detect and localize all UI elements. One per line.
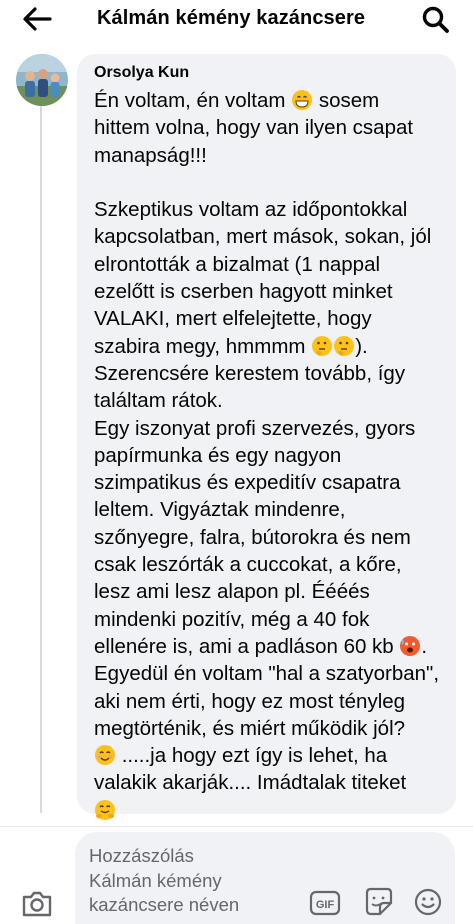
emoji-button[interactable] <box>413 887 443 917</box>
smile-icon <box>414 888 442 916</box>
thinking-face-icon <box>333 335 355 357</box>
camera-button[interactable] <box>20 886 54 920</box>
comment-line: leltem. Vigyáztak mindenre, <box>94 498 346 522</box>
comment-bubble: Orsolya Kun Én voltam, én voltam sosem h… <box>77 54 456 820</box>
sticker-icon <box>365 887 393 916</box>
comment-line: ezelőtt is cserben hagyott minket <box>94 280 393 304</box>
comment-line: Egy iszonyat profi szervezés, gyors <box>94 416 416 440</box>
hugging-face-icon <box>94 799 116 821</box>
thread-line <box>40 106 42 813</box>
comment-input[interactable]: Hozzászólás Kálmán kémény kazáncsere név… <box>75 832 455 924</box>
comment-line: manapság!!! <box>94 143 207 167</box>
comment-line <box>94 169 454 196</box>
hot-face-icon <box>399 635 421 657</box>
avatar[interactable] <box>16 54 68 106</box>
comment-line: csak leszórták a cuccokat, a kőre, <box>94 553 402 577</box>
search-button[interactable] <box>420 4 452 36</box>
comment-line: találtam rátok. <box>94 389 223 413</box>
gif-button[interactable]: GIF <box>309 887 341 919</box>
search-icon <box>422 6 449 33</box>
divider <box>0 826 473 827</box>
page-title: Kálmán kémény kazáncsere <box>97 7 366 29</box>
comment-line: valakik akarják.... Imádtalak titeket <box>94 771 407 795</box>
back-button[interactable] <box>20 4 54 34</box>
comment-line: szőnyegre, falra, bútorokra és nem <box>94 525 411 549</box>
comment-line: aki nem érti, hogy ez most tényleg <box>94 689 406 713</box>
gif-label: GIF <box>316 899 335 911</box>
comment-line: lesz ami lesz alapon pl. Éééés <box>94 580 370 604</box>
comment-line: mindenki pozitív, még a 40 fok <box>94 607 370 631</box>
comment-author[interactable]: Orsolya Kun <box>94 64 189 82</box>
comment-line: Szkeptikus voltam az időpontokkal <box>94 198 408 222</box>
comment-line: Szerencsére kerestem tovább, így <box>94 361 406 385</box>
sticker-button[interactable] <box>362 885 396 919</box>
grinning-face-icon <box>291 89 313 111</box>
comment-line: szabira megy, hmmmm ). <box>94 334 368 358</box>
comment-placeholder: Hozzászólás Kálmán kémény kazáncsere név… <box>89 845 240 915</box>
thinking-face-icon <box>311 335 333 357</box>
comment-line: papírmunka és egy nagyon <box>94 443 342 467</box>
comment-line: hittem volna, hogy van ilyen csapat <box>94 116 414 140</box>
comment-line: Én voltam, én voltam sosem <box>94 89 380 112</box>
arrow-left-icon <box>23 7 52 31</box>
comment-line: ellenére is, ami a padláson 60 kb . <box>94 634 428 658</box>
comment-line: VALAKI, mert elfelejtette, hogy <box>94 307 372 331</box>
comment-line: szimpatikus és expeditív csapatra <box>94 471 401 495</box>
comment-line: elrontották a bizalmat (1 nappal <box>94 252 381 276</box>
comment-line: kapcsolatban, mert mások, sokan, jól <box>94 225 432 249</box>
camera-icon <box>22 891 52 917</box>
comment-line <box>94 797 454 824</box>
comment-line: .....ja hogy ezt így is lehet, ha <box>94 742 454 769</box>
comment-text: Én voltam, én voltam sosem hittem volna,… <box>94 87 454 824</box>
comment-line: megtörténik, és miért működik jól? <box>94 716 406 740</box>
smiling-face-icon <box>94 744 116 766</box>
comment-line: Egyedül én voltam "hal a szatyorban", <box>94 662 440 686</box>
top-bar: Kálmán kémény kazáncsere <box>0 0 473 40</box>
